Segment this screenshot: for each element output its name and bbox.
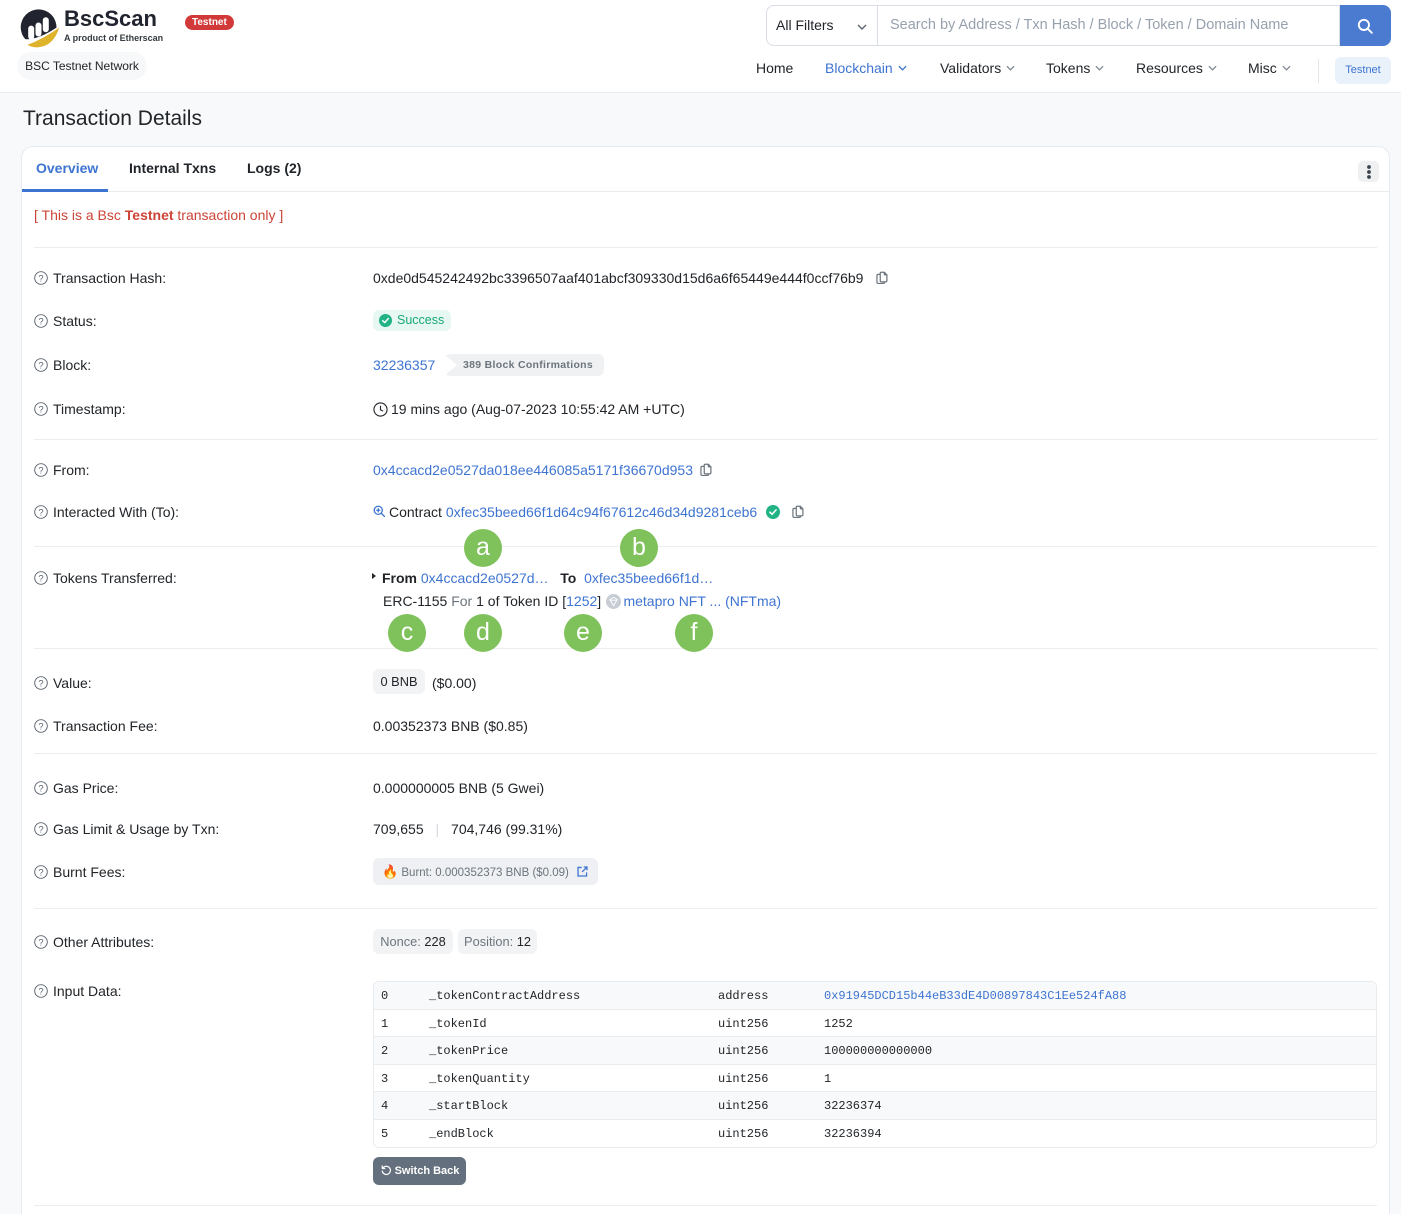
svg-text:?: ? [38,783,43,794]
svg-text:?: ? [38,507,43,518]
svg-text:?: ? [38,824,43,835]
svg-text:?: ? [38,678,43,689]
svg-text:?: ? [38,465,43,476]
svg-text:?: ? [38,986,43,997]
svg-text:?: ? [38,316,43,327]
svg-text:?: ? [38,867,43,878]
svg-text:?: ? [38,404,43,415]
svg-text:?: ? [38,273,43,284]
svg-text:?: ? [38,937,43,948]
svg-text:?: ? [38,573,43,584]
svg-text:?: ? [38,360,43,371]
svg-text:?: ? [38,721,43,732]
